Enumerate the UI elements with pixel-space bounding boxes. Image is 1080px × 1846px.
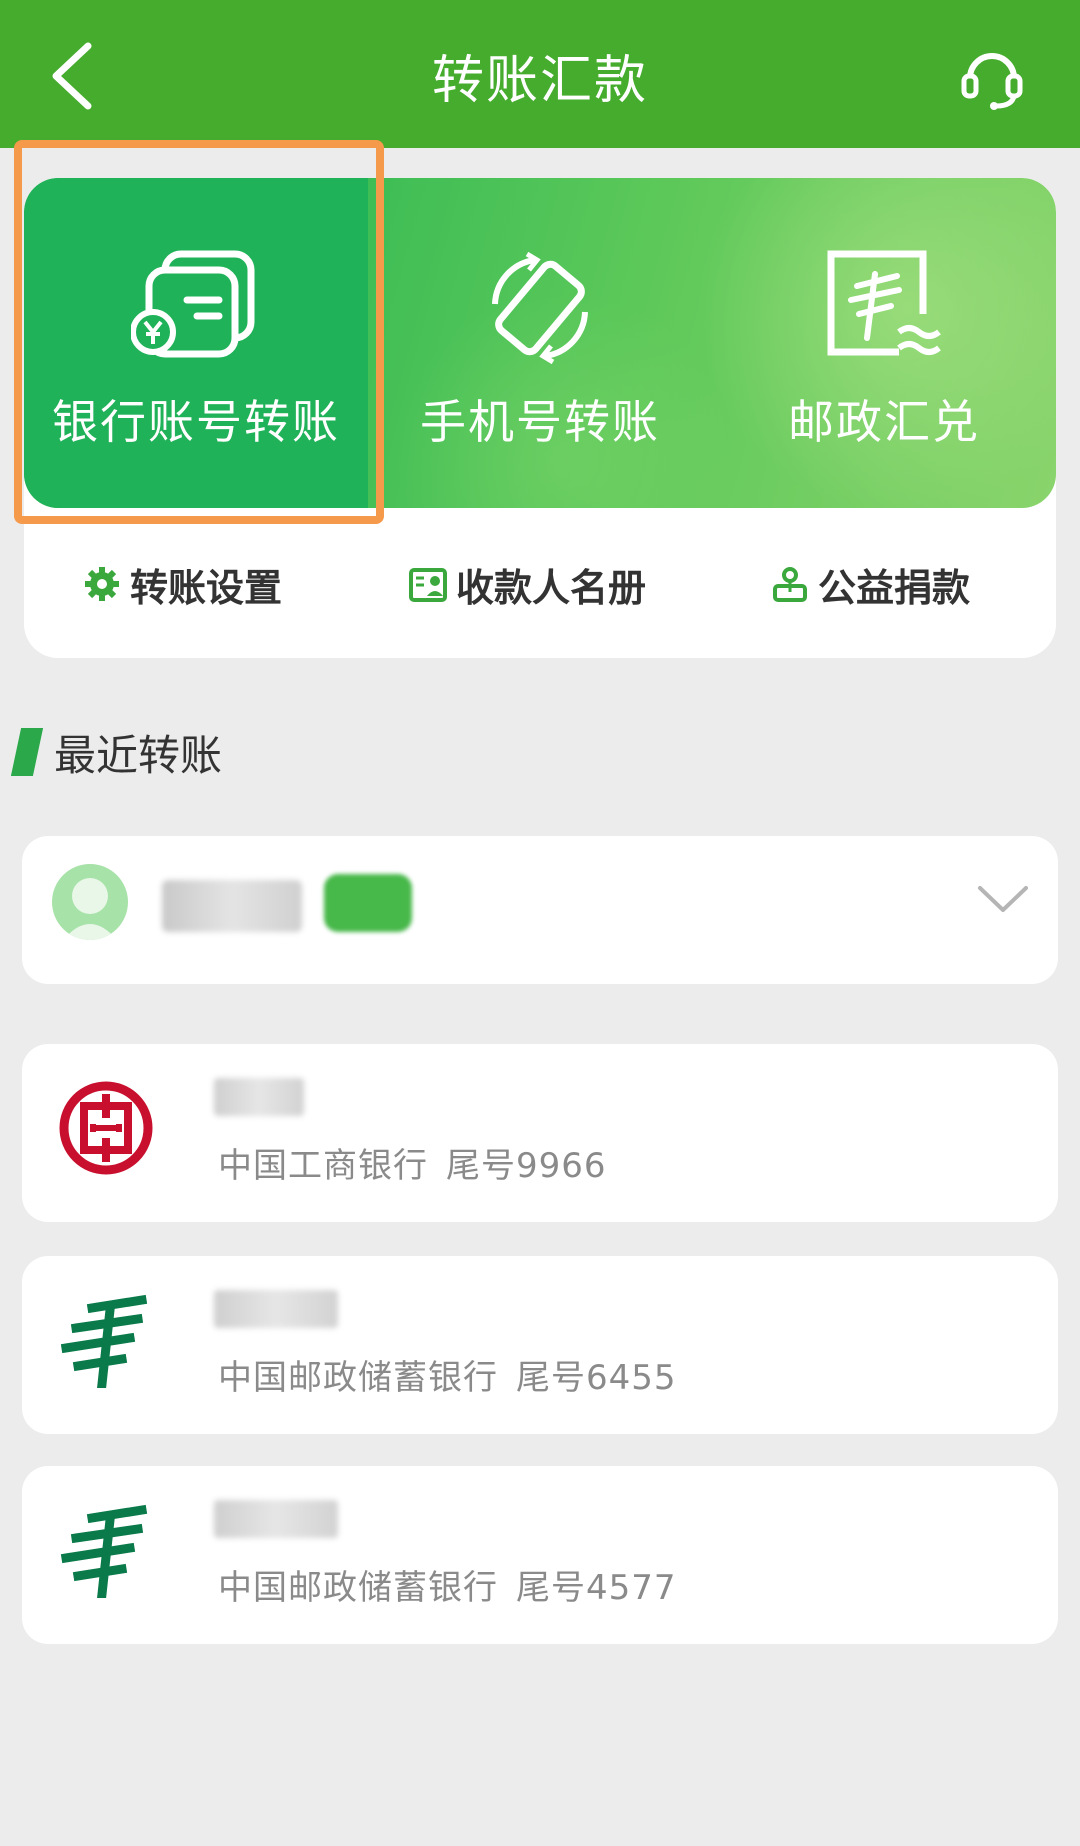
main-function-label: 手机号转账: [420, 395, 660, 449]
list-item[interactable]: 中国工商银行 尾号9966: [22, 1044, 1058, 1222]
masked-badge: [324, 874, 412, 932]
psbc-logo-icon: [60, 1294, 148, 1388]
chevron-down-icon[interactable]: [976, 880, 1030, 916]
account-tail: 尾号4577: [516, 1568, 677, 1608]
contact-book-icon: [409, 568, 447, 602]
bank-name: 中国邮政储蓄银行: [218, 1358, 498, 1398]
bank-card-transfer-icon: [131, 250, 255, 358]
donation-icon: [773, 567, 807, 602]
sub-function-label: 收款人名册: [456, 565, 647, 610]
section-accent-bar: [10, 728, 44, 776]
headset-icon[interactable]: [956, 40, 1028, 112]
page-title: 转账汇款: [431, 51, 648, 111]
postal-remittance-button[interactable]: 邮政汇兑: [712, 178, 1056, 508]
main-function-label: 邮政汇兑: [788, 395, 980, 449]
bank-name: 中国工商银行: [218, 1146, 428, 1186]
phone-number-transfer-button[interactable]: 手机号转账: [368, 178, 712, 508]
charity-donation-button[interactable]: 公益捐款: [770, 554, 970, 614]
masked-payee-name: [214, 1078, 304, 1116]
transfer-function-card: 银行账号转账 手机号转账 邮政汇兑 转账设置 收款人名册 公益捐款: [24, 178, 1056, 658]
bank-info: 中国邮政储蓄银行 尾号4577: [218, 1560, 677, 1609]
user-avatar-icon: [63, 878, 117, 940]
recent-transfer-heading: 最近转账: [10, 722, 223, 782]
bank-info: 中国工商银行 尾号9966: [218, 1138, 607, 1187]
masked-payee-name: [214, 1290, 338, 1328]
psbc-logo-icon: [60, 1504, 148, 1598]
top-bar: 转账汇款: [0, 0, 1080, 148]
bank-name: 中国邮政储蓄银行: [218, 1568, 498, 1608]
avatar: [52, 864, 128, 940]
list-item[interactable]: 中国邮政储蓄银行 尾号6455: [22, 1256, 1058, 1434]
postal-remittance-icon: [827, 250, 941, 356]
masked-payee-name: [214, 1500, 338, 1538]
function-banner: 银行账号转账 手机号转账 邮政汇兑: [24, 178, 1056, 508]
sub-function-label: 转账设置: [130, 565, 283, 610]
account-tail: 尾号9966: [446, 1146, 607, 1186]
icbc-logo-icon: [59, 1081, 153, 1175]
gear-icon: [85, 567, 119, 601]
masked-name: [162, 880, 302, 932]
bank-account-transfer-button[interactable]: 银行账号转账: [24, 178, 368, 508]
section-title: 最近转账: [54, 730, 223, 780]
payee-list-button[interactable]: 收款人名册: [408, 554, 646, 614]
account-selector[interactable]: [22, 836, 1058, 984]
main-function-label: 银行账号转账: [52, 395, 340, 449]
list-item[interactable]: 中国邮政储蓄银行 尾号4577: [22, 1466, 1058, 1644]
account-tail: 尾号6455: [516, 1358, 677, 1398]
phone-rotate-icon: [492, 251, 588, 365]
transfer-settings-button[interactable]: 转账设置: [82, 554, 282, 614]
bank-info: 中国邮政储蓄银行 尾号6455: [218, 1350, 677, 1399]
sub-function-label: 公益捐款: [818, 565, 971, 610]
